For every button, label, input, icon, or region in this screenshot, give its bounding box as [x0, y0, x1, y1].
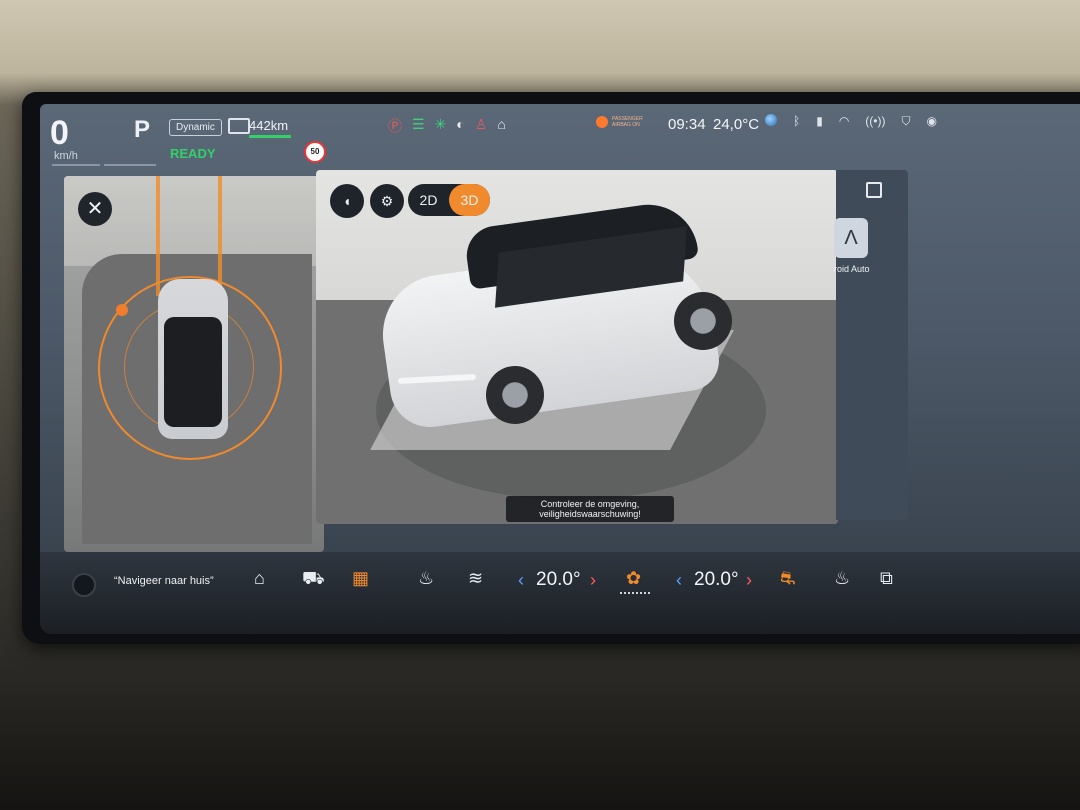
airbag-icon — [596, 116, 608, 128]
close-button[interactable]: ✕ — [78, 192, 112, 226]
shield-icon: ⛉ — [901, 114, 911, 128]
range-bar — [249, 135, 291, 138]
rear-defrost-icon[interactable]: ≋ — [468, 568, 483, 589]
hotspot-icon: ((•)) — [865, 114, 886, 128]
wifi-icon: ◠ — [838, 114, 850, 128]
eye-icon: ◉ — [926, 114, 937, 128]
parking-guide-line — [218, 176, 222, 296]
gear-indicator: P — [134, 116, 151, 143]
vehicle-top-view — [158, 279, 228, 439]
range-value: 442km — [249, 118, 289, 133]
infotainment-screen: 0 km/h P Dynamic READY 442km 50 Ⓟ ☰ ✳ ◐ … — [40, 104, 1080, 634]
screen-mirror-icon[interactable]: ⧉ — [880, 568, 893, 589]
airbag-text: PASSENGER AIRBAG ON — [612, 116, 643, 128]
vehicle-roof — [164, 317, 222, 427]
side-lights-icon: ✳ — [434, 116, 447, 132]
clock: 09:34 — [668, 116, 706, 133]
low-beam-icon: ☰ — [412, 116, 425, 132]
view-mode-toggle[interactable]: 2D 3D — [408, 184, 490, 216]
seat-heat-right-icon[interactable]: ♨ — [834, 568, 850, 589]
app-side-panel: Λ roid Auto — [834, 170, 908, 520]
top-down-camera-view: ✕ — [64, 176, 324, 552]
speed-limit-sign: 50 — [304, 141, 326, 163]
passenger-temp-down-button[interactable]: ‹ — [676, 570, 682, 591]
driver-temp-up-button[interactable]: › — [590, 570, 596, 591]
speed-unit: km/h — [54, 150, 78, 162]
mode-3d-button[interactable]: 3D — [449, 184, 490, 216]
warning-lights: Ⓟ ☰ ✳ ◐ ♙ ⌂ — [388, 116, 506, 136]
car-icon[interactable]: ⛟ — [302, 568, 325, 592]
gear-underline — [104, 164, 156, 166]
bluetooth-icon: ᛒ — [793, 114, 801, 128]
obstacle-marker-icon — [116, 304, 128, 316]
battery-icon — [228, 118, 250, 134]
seatbelt-icon: ♙ — [474, 116, 488, 132]
android-auto-label: roid Auto — [834, 264, 870, 274]
fan-level-indicator — [620, 592, 650, 596]
passenger-temperature: 20.0° — [694, 569, 739, 590]
bottom-dock: “Navigeer naar huis” ⌂ ⛟ ▦ ♨ ≋ ‹ 20.0° ›… — [40, 552, 1080, 634]
edit-icon[interactable] — [866, 182, 882, 198]
passenger-temp-up-button[interactable]: › — [746, 570, 752, 591]
3d-camera-view: ◖ ⚙ 2D 3D Controleer de omgeving, veilig… — [316, 170, 838, 524]
drive-mode-badge[interactable]: Dynamic — [169, 119, 222, 136]
parking-brake-icon: Ⓟ — [388, 118, 402, 134]
voice-suggestion[interactable]: “Navigeer naar huis” — [114, 575, 214, 587]
apps-grid-icon[interactable]: ▦ — [352, 568, 369, 589]
driver-temperature: 20.0° — [536, 569, 581, 590]
mirror-view-button[interactable]: ◖ — [330, 184, 364, 218]
android-auto-icon[interactable]: Λ — [834, 218, 868, 258]
ready-indicator: READY — [170, 146, 216, 161]
voice-assistant-button[interactable] — [72, 573, 96, 597]
home-icon[interactable]: ⌂ — [254, 568, 265, 589]
rear-wheel — [674, 292, 732, 350]
speed-underline — [52, 164, 100, 166]
outside-temperature: 24,0°C — [713, 116, 760, 133]
mode-2d-button[interactable]: 2D — [408, 184, 449, 216]
front-wheel — [486, 366, 544, 424]
auto-high-beam-icon: ◐ — [456, 116, 465, 132]
fan-icon[interactable]: ✿ — [626, 568, 641, 589]
speed-value: 0 — [50, 114, 69, 152]
seat-heat-left-icon[interactable]: ♨ — [418, 568, 434, 589]
parking-guide-line — [156, 176, 160, 296]
passenger-airbag-status: PASSENGER AIRBAG ON — [596, 116, 646, 128]
door-open-icon: ⌂ — [497, 116, 506, 132]
safety-notice: Controleer de omgeving, veiligheidswaars… — [506, 496, 674, 522]
system-icons: ᛒ ▮ ◠ ((•)) ⛉ ◉ — [765, 114, 937, 129]
signal-icon: ▮ — [816, 114, 823, 128]
settings-gear-icon[interactable]: ⚙ — [370, 184, 404, 218]
driver-temp-down-button[interactable]: ‹ — [518, 570, 524, 591]
globe-icon — [765, 114, 777, 126]
recirculation-icon[interactable]: ⛐ — [780, 568, 796, 592]
